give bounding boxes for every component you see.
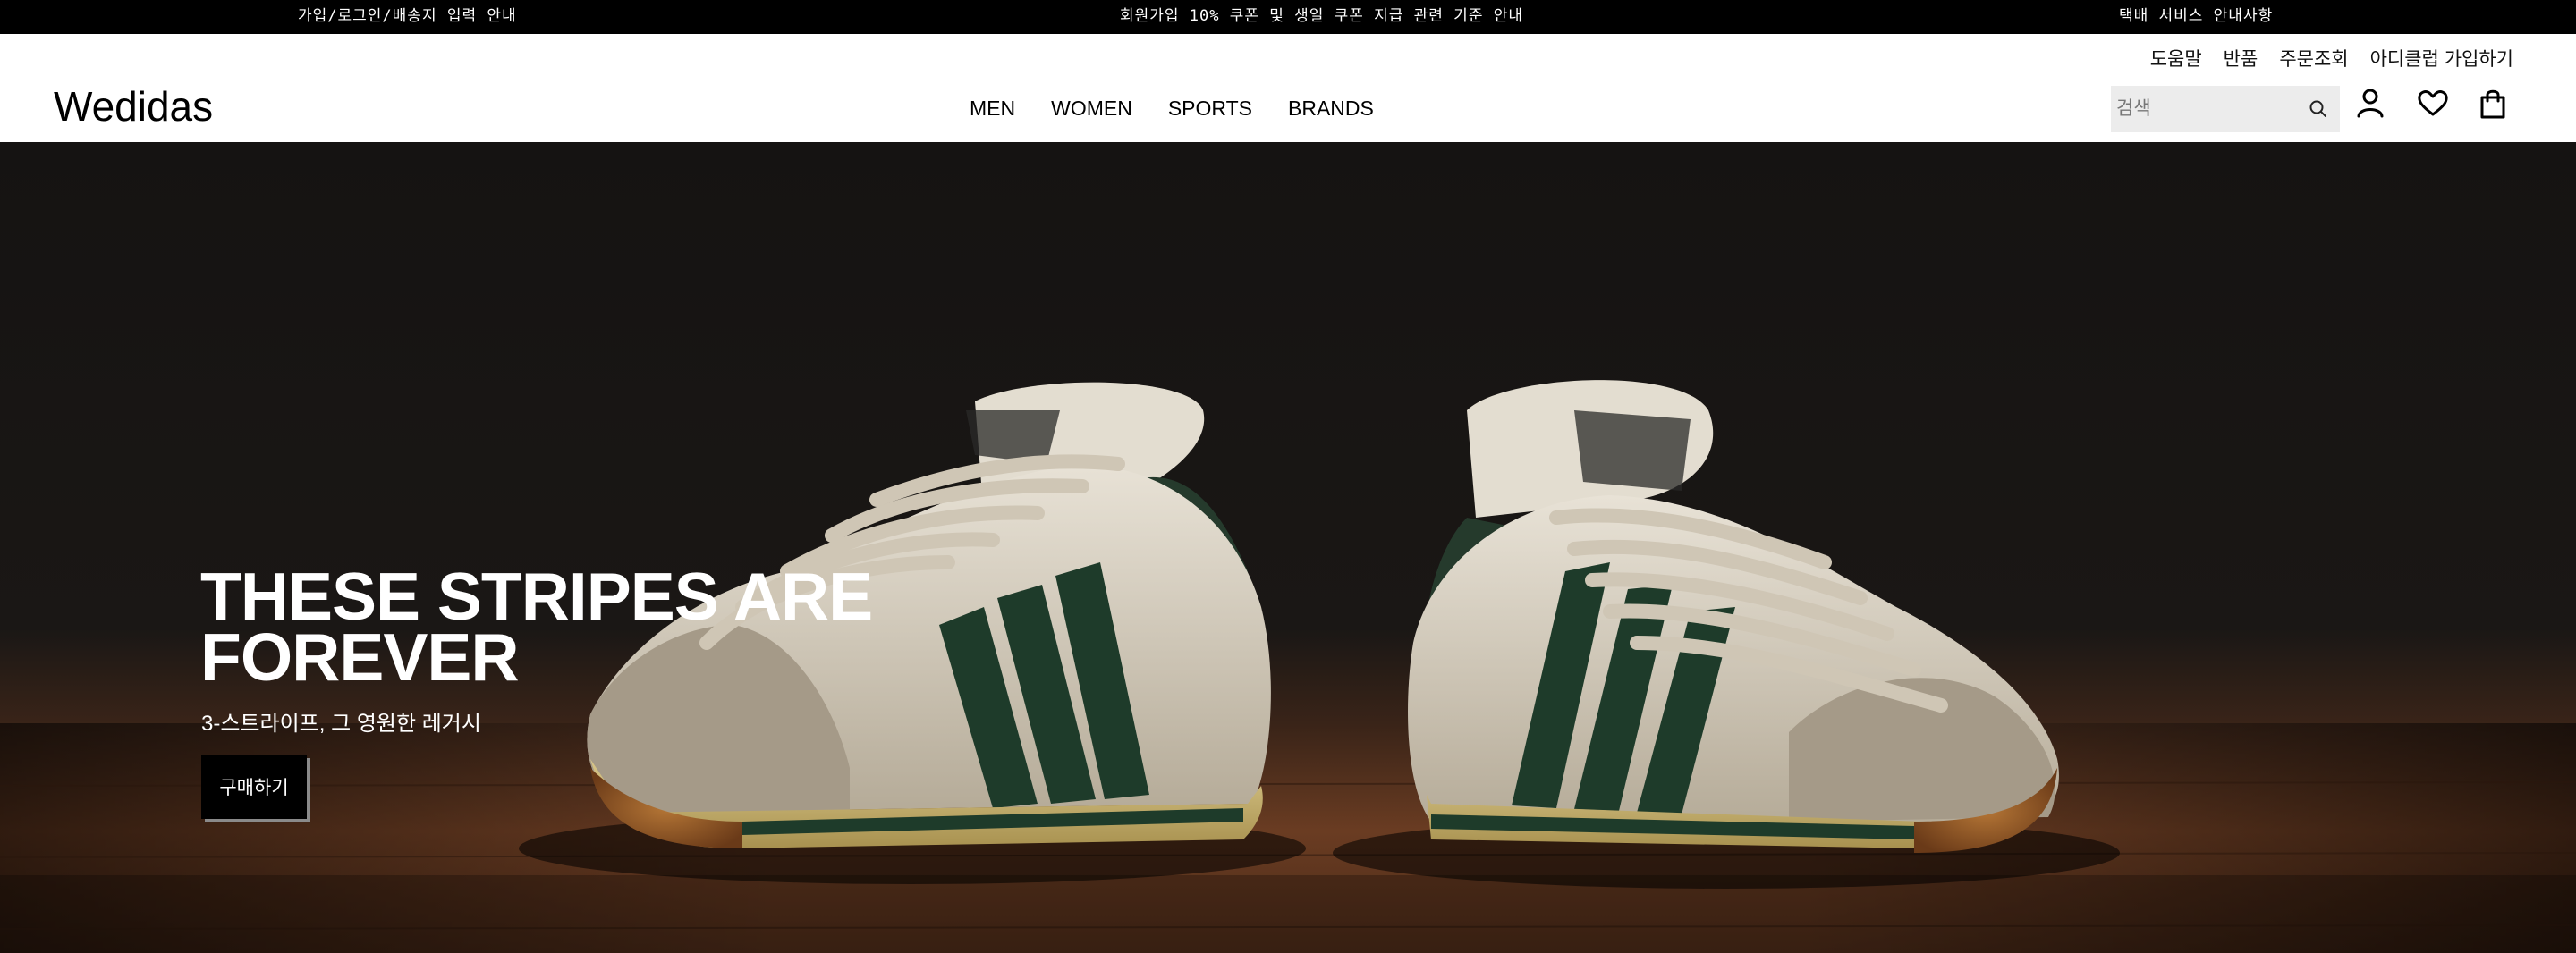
search-icon[interactable] (2308, 98, 2329, 120)
announcement-signup-info[interactable]: 가입/로그인/배송지 입력 안내 (298, 0, 517, 34)
hero-title: THESE STRIPES ARE FOREVER (200, 559, 916, 695)
nav-brands[interactable]: BRANDS (1288, 97, 1374, 121)
hero-subtitle: 3-스트라이프, 그 영원한 레거시 (201, 712, 481, 736)
util-link-help[interactable]: 도움말 (2150, 45, 2202, 72)
hero-sneakers-image (0, 142, 2576, 953)
hero-shop-button[interactable]: 구매하기 (201, 755, 307, 819)
util-link-returns[interactable]: 반품 (2224, 45, 2258, 72)
main-nav: MEN WOMEN SPORTS BRANDS (970, 97, 1374, 121)
hero-title-line1: THESE STRIPES ARE (200, 559, 873, 634)
user-icon[interactable] (2354, 86, 2390, 122)
util-link-join-club[interactable]: 아디클럽 가입하기 (2370, 45, 2513, 72)
heart-icon[interactable] (2415, 86, 2451, 122)
nav-sports[interactable]: SPORTS (1168, 97, 1252, 121)
hero-title-line2: FOREVER (200, 620, 520, 695)
search-box (2111, 86, 2340, 132)
announcement-bar: 가입/로그인/배송지 입력 안내 회원가입 10% 쿠폰 및 생일 쿠폰 지급 … (0, 0, 2576, 34)
site-header: 도움말 반품 주문조회 아디클럽 가입하기 Wedidas MEN WOMEN … (0, 34, 2576, 142)
site-logo[interactable]: Wedidas (54, 82, 213, 131)
hero-banner: THESE STRIPES ARE FOREVER 3-스트라이프, 그 영원한… (0, 142, 2576, 953)
shopping-bag-icon[interactable] (2475, 86, 2511, 122)
utility-nav: 도움말 반품 주문조회 아디클럽 가입하기 (2150, 45, 2513, 72)
search-input[interactable] (2111, 86, 2290, 132)
announcement-coupon-info[interactable]: 회원가입 10% 쿠폰 및 생일 쿠폰 지급 관련 기준 안내 (1120, 0, 1523, 34)
nav-men[interactable]: MEN (970, 97, 1015, 121)
announcement-delivery-info[interactable]: 택배 서비스 안내사항 (2119, 0, 2273, 34)
nav-women[interactable]: WOMEN (1051, 97, 1132, 121)
util-link-order-lookup[interactable]: 주문조회 (2279, 45, 2348, 72)
